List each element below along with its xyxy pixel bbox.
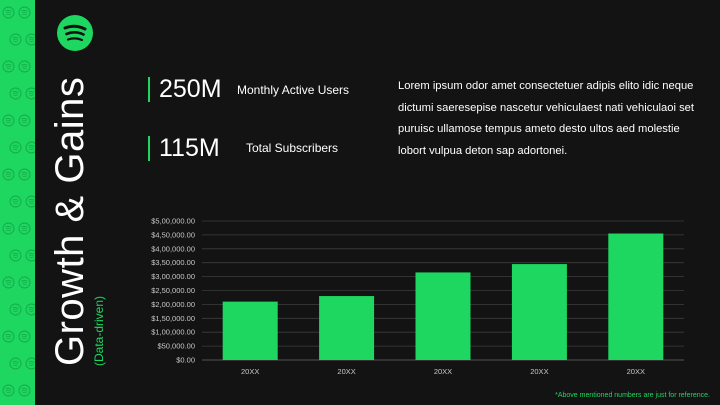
- y-tick-label: $3,00,000.00: [151, 272, 195, 281]
- y-tick-label: $5,00,000.00: [151, 217, 195, 226]
- bar-chart: $0.00 $50,000.00 $1,00,000.00 $1,50,000.00 $…: [151, 217, 684, 376]
- y-tick-label: $4,00,000.00: [151, 244, 195, 253]
- x-tick-label: 20XX: [627, 367, 645, 376]
- y-tick-label: $2,50,000.00: [151, 286, 195, 295]
- y-tick-label: $1,50,000.00: [151, 314, 195, 323]
- y-tick-label: $1,00,000.00: [151, 328, 195, 337]
- bar: [608, 233, 664, 360]
- bar: [319, 296, 375, 360]
- x-tick-label: 20XX: [530, 367, 548, 376]
- y-tick-label: $4,50,000.00: [151, 230, 195, 239]
- y-tick-label: $0.00: [176, 356, 195, 365]
- x-tick-label: 20XX: [434, 367, 452, 376]
- footnote: *Above mentioned numbers are just for re…: [555, 392, 710, 399]
- bar: [222, 301, 278, 360]
- y-tick-label: $2,00,000.00: [151, 300, 195, 309]
- y-tick-label: $3,50,000.00: [151, 258, 195, 267]
- y-tick-label: $50,000.00: [157, 342, 195, 351]
- x-tick-label: 20XX: [241, 367, 259, 376]
- x-tick-label: 20XX: [337, 367, 355, 376]
- bar: [511, 264, 567, 360]
- bar: [415, 272, 471, 360]
